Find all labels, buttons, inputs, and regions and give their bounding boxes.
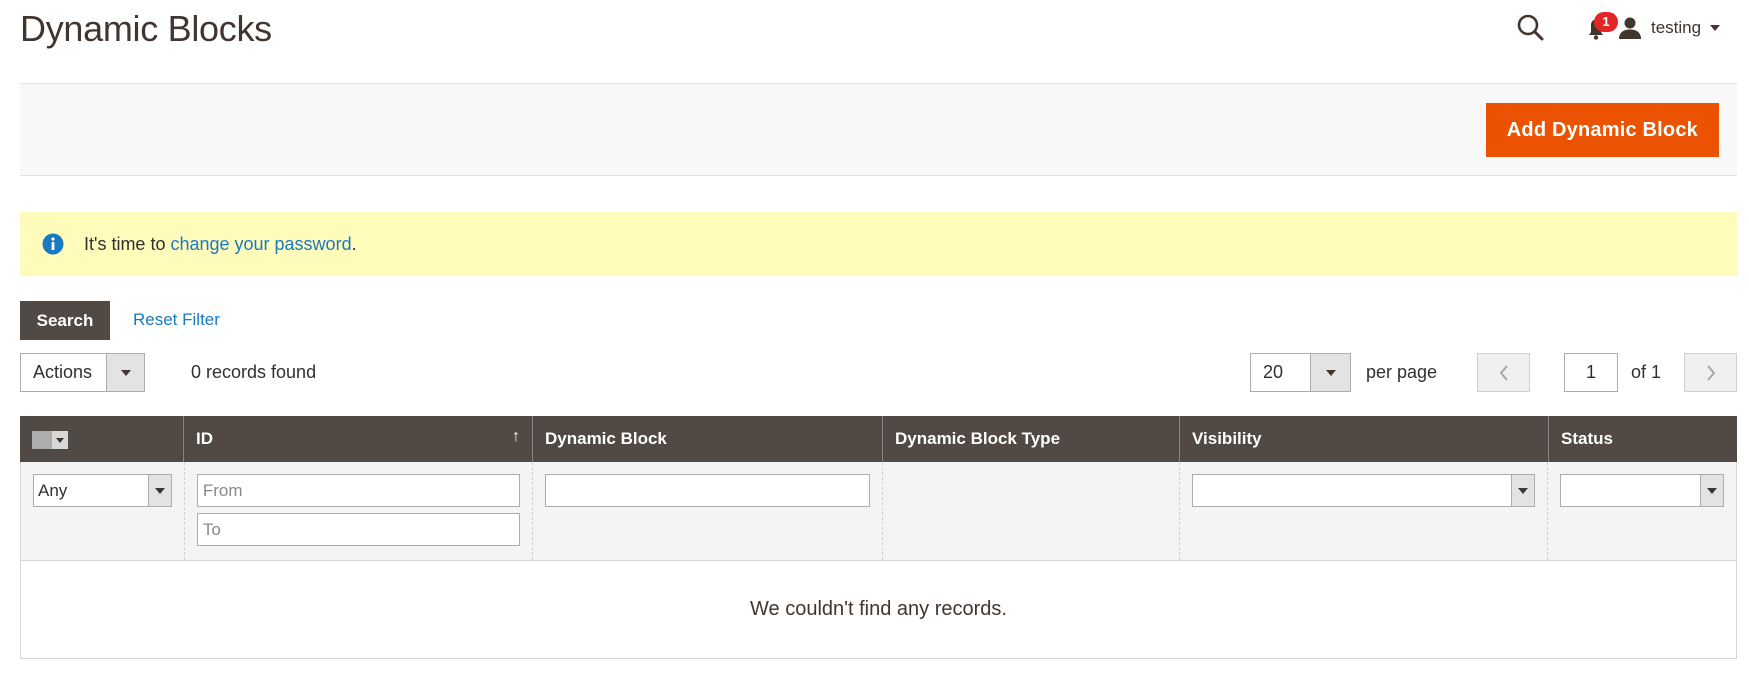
chevron-down-icon	[52, 431, 68, 449]
mass-any-value: Any	[38, 481, 68, 500]
user-menu[interactable]: testing	[1618, 12, 1721, 44]
filter-mass: Any	[21, 462, 185, 560]
reset-filter-link[interactable]: Reset Filter	[133, 310, 220, 330]
visibility-filter-value	[1193, 475, 1512, 506]
visibility-filter-select[interactable]	[1191, 474, 1536, 507]
column-header-label: Visibility	[1192, 429, 1262, 448]
next-page-button[interactable]	[1684, 353, 1737, 392]
total-pages: of 1	[1631, 362, 1662, 382]
chevron-down-icon	[1310, 354, 1350, 391]
grid-header: ID ↑ Dynamic Block Dynamic Block Type Vi…	[20, 416, 1737, 462]
filter-dynamic-block-type	[883, 462, 1180, 560]
password-message: It's time to change your password.	[20, 212, 1737, 276]
notifications-button[interactable]: 1	[1578, 10, 1618, 46]
message-suffix: .	[351, 233, 357, 254]
search-button[interactable]: Search	[20, 301, 110, 340]
column-header-status[interactable]: Status	[1549, 416, 1737, 462]
message-prefix: It's time to	[84, 233, 171, 254]
notification-count-badge: 1	[1594, 12, 1618, 32]
message-text: It's time to change your password.	[84, 234, 357, 255]
previous-page-button[interactable]	[1477, 353, 1530, 392]
chevron-down-icon	[1700, 475, 1724, 506]
dynamic-block-filter-input[interactable]	[545, 474, 870, 507]
column-header-dynamic-block[interactable]: Dynamic Block	[533, 416, 883, 462]
filter-dynamic-block	[533, 462, 883, 560]
status-filter-select[interactable]	[1560, 474, 1725, 507]
chevron-down-icon	[1710, 25, 1721, 31]
mass-any-select[interactable]: Any	[33, 474, 172, 507]
column-header-id[interactable]: ID ↑	[184, 416, 533, 462]
id-from-input[interactable]	[196, 474, 521, 507]
per-page-label: per page	[1366, 362, 1438, 382]
filter-visibility	[1180, 462, 1549, 560]
actions-label: Actions	[33, 362, 93, 382]
filter-status	[1548, 462, 1736, 560]
mass-select-dropdown[interactable]	[32, 431, 68, 449]
sort-asc-icon: ↑	[512, 428, 520, 445]
records-found: 0 records found	[191, 362, 317, 382]
page-title: Dynamic Blocks	[20, 8, 272, 49]
status-filter-value	[1561, 475, 1700, 506]
dynamic-blocks-grid: ID ↑ Dynamic Block Dynamic Block Type Vi…	[20, 416, 1737, 659]
column-header-visibility[interactable]: Visibility	[1180, 416, 1549, 462]
empty-records-message: We couldn't find any records.	[20, 560, 1737, 659]
search-icon[interactable]	[1513, 10, 1549, 46]
chevron-right-icon	[1706, 365, 1715, 381]
id-to-input[interactable]	[196, 513, 521, 546]
chevron-down-icon	[106, 354, 144, 391]
column-header-dynamic-block-type[interactable]: Dynamic Block Type	[883, 416, 1180, 462]
current-page-input[interactable]	[1564, 353, 1618, 392]
chevron-down-icon	[1511, 475, 1535, 506]
column-header-label: ID	[196, 429, 213, 448]
chevron-down-icon	[147, 475, 171, 506]
column-header-label: Dynamic Block	[545, 429, 667, 448]
username: testing	[1651, 18, 1702, 37]
change-password-link[interactable]: change your password	[170, 234, 351, 254]
mass-select-column	[20, 416, 184, 462]
mass-select-checkbox[interactable]	[32, 431, 52, 449]
add-dynamic-block-button[interactable]: Add Dynamic Block	[1485, 103, 1719, 157]
filter-id	[185, 462, 534, 560]
info-icon	[42, 233, 64, 255]
per-page-select[interactable]: 20	[1250, 353, 1351, 392]
page-actions-bar: Add Dynamic Block	[20, 83, 1737, 176]
grid-filter-row: Any	[20, 462, 1737, 560]
user-icon	[1619, 17, 1641, 39]
column-header-label: Status	[1561, 429, 1613, 448]
actions-dropdown[interactable]: Actions	[20, 353, 145, 392]
chevron-left-icon	[1499, 365, 1508, 381]
column-header-label: Dynamic Block Type	[895, 429, 1061, 448]
per-page-value: 20	[1263, 362, 1284, 382]
